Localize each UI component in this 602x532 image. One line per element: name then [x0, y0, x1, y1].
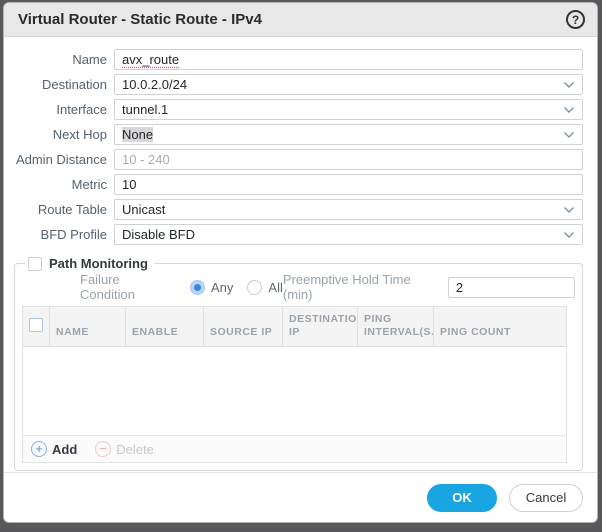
failure-condition-all-label: All: [268, 280, 282, 295]
chevron-down-icon: [563, 231, 575, 239]
preemptive-hold-time-input[interactable]: 2: [448, 277, 575, 298]
next-hop-label: Next Hop: [14, 127, 114, 142]
path-monitoring-table: NAME ENABLE SOURCE IP DESTINATION IP PIN…: [22, 306, 567, 463]
delete-minus-icon: −: [95, 441, 111, 457]
name-value: avx_route: [122, 52, 179, 67]
dialog-title: Virtual Router - Static Route - IPv4: [18, 11, 262, 28]
failure-condition-row: Failure Condition Any All Preemptive Hol…: [22, 276, 575, 298]
path-monitoring-checkbox[interactable]: [28, 257, 42, 271]
next-hop-row: Next Hop None: [14, 124, 583, 145]
admin-distance-placeholder: 10 - 240: [122, 152, 170, 167]
add-button-label: Add: [52, 442, 77, 457]
bfd-profile-row: BFD Profile Disable BFD: [14, 224, 583, 245]
column-header-source-ip[interactable]: SOURCE IP: [204, 307, 283, 346]
ok-button[interactable]: OK: [427, 484, 497, 512]
next-hop-dropdown[interactable]: None: [114, 124, 583, 145]
table-body-empty: [23, 347, 566, 435]
interface-value: tunnel.1: [122, 102, 168, 117]
admin-distance-input[interactable]: 10 - 240: [114, 149, 583, 170]
chevron-down-icon: [563, 106, 575, 114]
route-table-label: Route Table: [14, 202, 114, 217]
column-header-destination-ip[interactable]: DESTINATION IP: [283, 307, 358, 346]
name-row: Name avx_route: [14, 49, 583, 70]
chevron-down-icon: [563, 131, 575, 139]
failure-condition-all-option[interactable]: All: [247, 280, 282, 295]
admin-distance-row: Admin Distance 10 - 240: [14, 149, 583, 170]
path-monitoring-label: Path Monitoring: [49, 256, 148, 271]
interface-row: Interface tunnel.1: [14, 99, 583, 120]
bfd-profile-label: BFD Profile: [14, 227, 114, 242]
radio-unselected-icon: [247, 280, 262, 295]
interface-label: Interface: [14, 102, 114, 117]
static-route-dialog: Virtual Router - Static Route - IPv4 ? N…: [3, 2, 598, 523]
chevron-down-icon: [563, 206, 575, 214]
select-all-checkbox-cell: [23, 307, 50, 346]
bfd-profile-value: Disable BFD: [122, 227, 195, 242]
radio-selected-icon: [190, 280, 205, 295]
destination-value: 10.0.2.0/24: [122, 77, 187, 92]
table-toolbar: + Add − Delete: [23, 435, 566, 462]
failure-condition-label: Failure Condition: [80, 272, 176, 302]
preemptive-hold-time-value: 2: [456, 280, 463, 295]
cancel-button[interactable]: Cancel: [509, 484, 583, 512]
route-table-row: Route Table Unicast: [14, 199, 583, 220]
column-header-name[interactable]: NAME: [50, 307, 126, 346]
bfd-profile-dropdown[interactable]: Disable BFD: [114, 224, 583, 245]
preemptive-hold-time-label: Preemptive Hold Time (min): [283, 272, 440, 302]
path-monitoring-group: Path Monitoring Failure Condition Any Al…: [14, 256, 583, 471]
metric-row: Metric 10: [14, 174, 583, 195]
help-icon[interactable]: ?: [566, 10, 585, 29]
column-header-enable[interactable]: ENABLE: [126, 307, 204, 346]
table-header-row: NAME ENABLE SOURCE IP DESTINATION IP PIN…: [23, 307, 566, 347]
route-table-value: Unicast: [122, 202, 165, 217]
dialog-footer: OK Cancel: [4, 472, 597, 522]
select-all-checkbox[interactable]: [29, 318, 43, 332]
dialog-titlebar: Virtual Router - Static Route - IPv4 ?: [4, 3, 597, 37]
next-hop-value: None: [122, 127, 153, 142]
metric-value: 10: [122, 177, 136, 192]
path-monitoring-legend: Path Monitoring: [25, 256, 154, 271]
failure-condition-any-option[interactable]: Any: [190, 280, 233, 295]
name-input[interactable]: avx_route: [114, 49, 583, 70]
preemptive-hold-time-group: Preemptive Hold Time (min) 2: [283, 272, 575, 302]
metric-input[interactable]: 10: [114, 174, 583, 195]
add-plus-icon: +: [31, 441, 47, 457]
destination-row: Destination 10.0.2.0/24: [14, 74, 583, 95]
column-header-ping-count[interactable]: PING COUNT: [434, 307, 566, 346]
destination-dropdown[interactable]: 10.0.2.0/24: [114, 74, 583, 95]
form-area: Name avx_route Destination 10.0.2.0/24 I…: [4, 37, 597, 249]
chevron-down-icon: [563, 81, 575, 89]
add-button[interactable]: + Add: [31, 441, 77, 457]
route-table-dropdown[interactable]: Unicast: [114, 199, 583, 220]
column-header-ping-interval[interactable]: PING INTERVAL(S...: [358, 307, 434, 346]
delete-button[interactable]: − Delete: [95, 441, 154, 457]
failure-condition-any-label: Any: [211, 280, 233, 295]
admin-distance-label: Admin Distance: [14, 152, 114, 167]
metric-label: Metric: [14, 177, 114, 192]
delete-button-label: Delete: [116, 442, 154, 457]
name-label: Name: [14, 52, 114, 67]
destination-label: Destination: [14, 77, 114, 92]
interface-dropdown[interactable]: tunnel.1: [114, 99, 583, 120]
